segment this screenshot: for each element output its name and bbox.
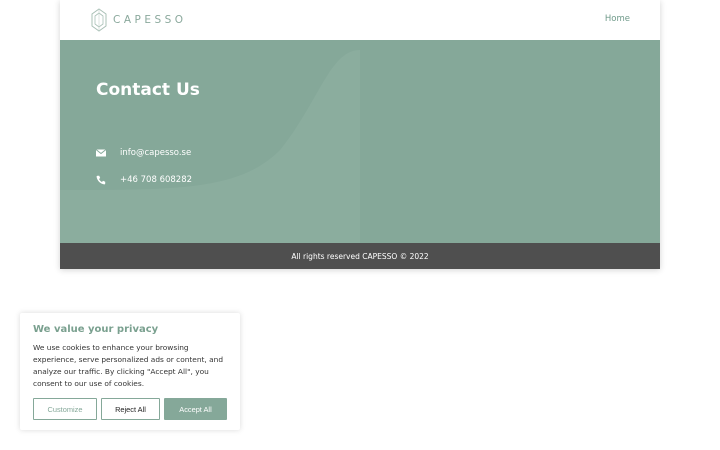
contact-hero: Contact Us info@capesso.se +46 708 60828…: [60, 40, 660, 243]
nav-home-link[interactable]: Home: [605, 14, 630, 24]
site-header: CAPESSO Home: [60, 0, 660, 40]
cookie-consent-banner: We value your privacy We use cookies to …: [20, 313, 240, 430]
logo-text: CAPESSO: [113, 14, 187, 26]
reject-all-button[interactable]: Reject All: [101, 398, 160, 420]
page-title: Contact Us: [96, 80, 200, 100]
cookie-description: We use cookies to enhance your browsing …: [33, 343, 224, 388]
phone-link[interactable]: +46 708 608282: [120, 175, 192, 185]
hero-background-shape: [60, 50, 360, 243]
accept-all-button[interactable]: Accept All: [164, 398, 227, 420]
logo[interactable]: CAPESSO: [91, 8, 187, 32]
phone-icon: [96, 175, 106, 185]
logo-mark-icon: [91, 8, 107, 32]
contact-phone-row: +46 708 608282: [96, 175, 192, 185]
cookie-title: We value your privacy: [33, 324, 159, 335]
contact-email-row: info@capesso.se: [96, 148, 191, 158]
envelope-icon: [96, 149, 106, 157]
site-frame: CAPESSO Home Contact Us info@capesso.se …: [60, 0, 660, 269]
site-footer: All rights reserved CAPESSO © 2022: [60, 243, 660, 269]
customize-button[interactable]: Customize: [33, 398, 97, 420]
email-link[interactable]: info@capesso.se: [120, 148, 191, 158]
footer-copyright: All rights reserved CAPESSO © 2022: [291, 251, 429, 261]
